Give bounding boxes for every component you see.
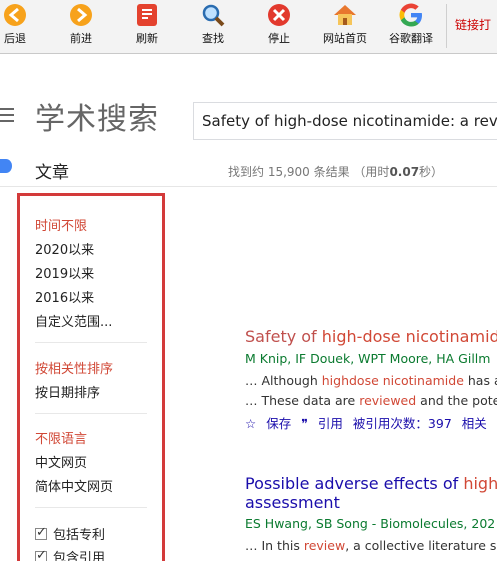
cite-link[interactable]: 引用: [318, 416, 343, 431]
filter-custom-range[interactable]: 自定义范围...: [35, 311, 112, 330]
home-label: 网站首页: [323, 32, 367, 45]
header-divider: [0, 186, 497, 187]
stop-label: 停止: [268, 32, 290, 45]
result-authors[interactable]: M Knip, IF Douek, WPT Moore, HA Gillm: [245, 351, 490, 366]
home-button[interactable]: 网站首页: [318, 0, 372, 50]
toolbar-divider: [446, 4, 447, 48]
magnifier-icon: [202, 4, 225, 27]
back-label: 后退: [4, 32, 26, 45]
stop-icon: [268, 4, 290, 26]
filter-divider: [35, 507, 147, 508]
forward-label: 前进: [70, 32, 92, 45]
result-stats: 找到约 15,900 条结果 （用时0.07秒）: [228, 165, 444, 179]
filter-simplified-chinese[interactable]: 简体中文网页: [35, 476, 113, 495]
forward-button[interactable]: 前进: [64, 0, 98, 50]
filter-divider: [35, 413, 147, 414]
forward-arrow-icon: [70, 4, 92, 26]
menu-icon[interactable]: [0, 108, 14, 122]
section-marker-icon: [0, 159, 12, 173]
result-snippet: … In this review, a collective literatur…: [245, 538, 497, 553]
result-title[interactable]: Safety of high-dose nicotinamide:: [245, 327, 497, 346]
checkbox-icon[interactable]: [35, 548, 47, 561]
checkbox-icon[interactable]: [35, 525, 47, 540]
include-patents-checkbox[interactable]: 包括专利: [35, 524, 105, 543]
translate-label: 谷歌翻译: [389, 32, 433, 45]
quote-icon[interactable]: ❞: [301, 416, 308, 431]
result-title[interactable]: Possible adverse effects of high-d: [245, 474, 497, 493]
google-icon: [399, 3, 422, 27]
filter-chinese-pages[interactable]: 中文网页: [35, 452, 87, 471]
link-button[interactable]: 链接打: [455, 16, 491, 33]
refresh-icon: [137, 4, 157, 26]
filter-any-language[interactable]: 不限语言: [35, 428, 87, 447]
save-link[interactable]: 保存: [266, 416, 291, 431]
browser-toolbar: 后退 前进 刷新 查找 停止 网站首页 谷歌翻译 链接打: [0, 0, 497, 54]
refresh-button[interactable]: 刷新: [130, 0, 164, 50]
back-button[interactable]: 后退: [0, 0, 30, 50]
section-title-articles[interactable]: 文章: [35, 158, 69, 183]
result-snippet: … Although highdose nicotinamide has a: [245, 373, 497, 388]
sort-by-relevance[interactable]: 按相关性排序: [35, 358, 113, 377]
translate-button[interactable]: 谷歌翻译: [384, 0, 438, 50]
related-link[interactable]: 相关: [462, 416, 487, 431]
filter-since-2020[interactable]: 2020以来: [35, 239, 94, 258]
result-snippet: … These data are reviewed and the pote: [245, 393, 497, 408]
find-button[interactable]: 查找: [196, 0, 230, 50]
include-citations-label: 包含引用: [53, 551, 106, 561]
sort-by-date[interactable]: 按日期排序: [35, 382, 100, 401]
stop-button[interactable]: 停止: [262, 0, 296, 50]
result-authors[interactable]: ES Hwang, SB Song - Biomolecules, 202: [245, 516, 495, 531]
home-icon: [334, 5, 356, 25]
filter-any-time[interactable]: 时间不限: [35, 215, 87, 234]
scholar-logo[interactable]: 学术搜索: [35, 94, 159, 138]
refresh-label: 刷新: [136, 32, 158, 45]
include-citations-checkbox[interactable]: 包含引用: [35, 547, 105, 561]
filter-divider: [35, 342, 147, 343]
search-input[interactable]: Safety of high-dose nicotinamide: a revi…: [193, 102, 497, 140]
result-title-line2[interactable]: assessment: [245, 493, 340, 512]
cited-by-link[interactable]: 被引用次数：397: [353, 416, 452, 431]
back-arrow-icon: [4, 4, 26, 26]
star-icon[interactable]: ☆: [245, 416, 256, 431]
include-patents-label: 包括专利: [53, 528, 106, 543]
result-actions: ☆ 保存 ❞ 引用 被引用次数：397 相关: [245, 413, 493, 432]
filter-since-2016[interactable]: 2016以来: [35, 287, 94, 306]
find-label: 查找: [202, 32, 224, 45]
filter-since-2019[interactable]: 2019以来: [35, 263, 94, 282]
